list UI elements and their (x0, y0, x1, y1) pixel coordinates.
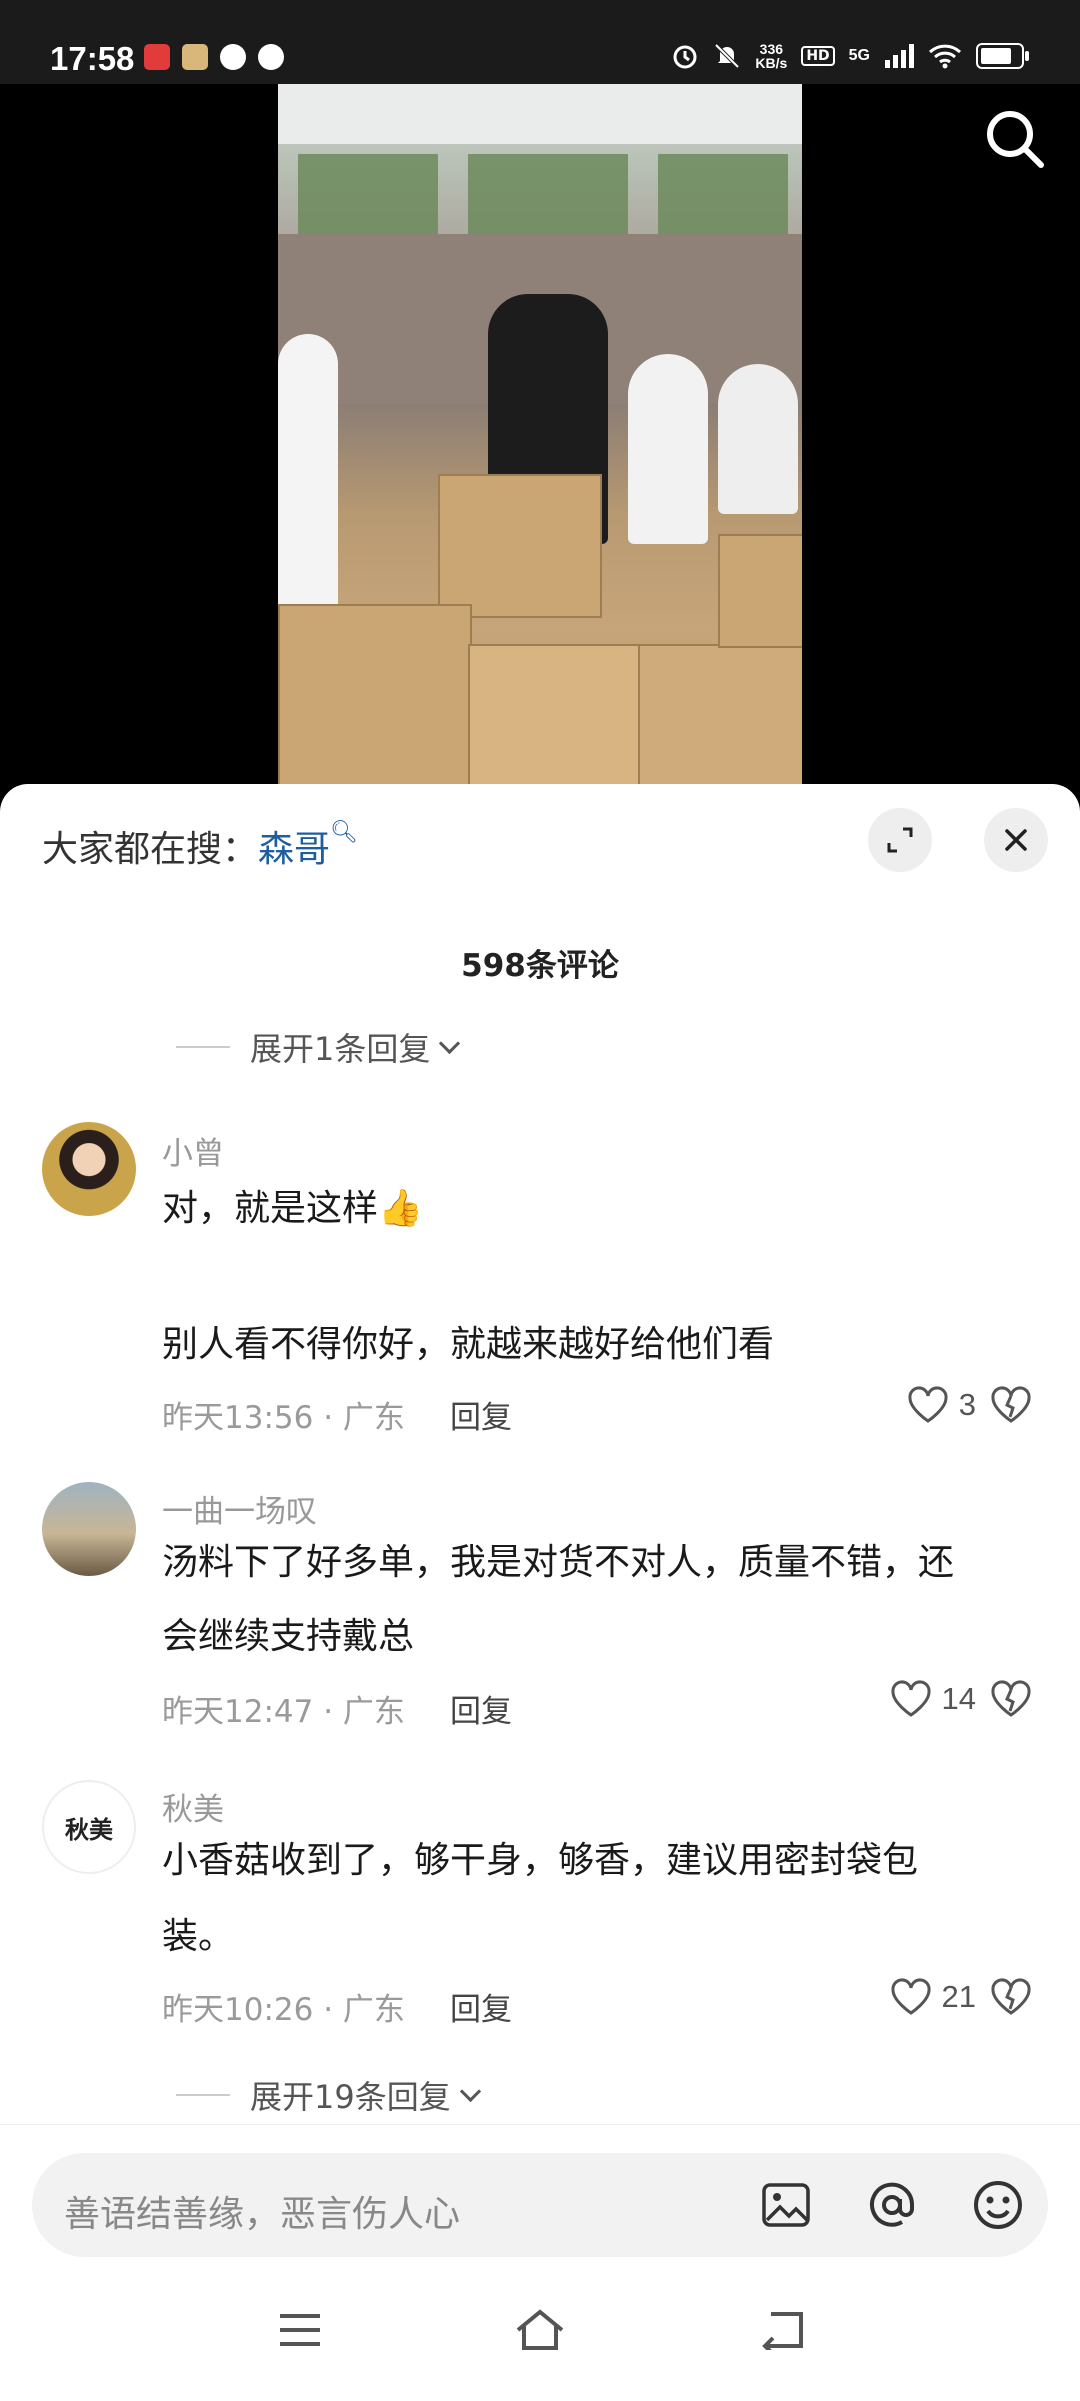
comment-time-location: 昨天13:56 · 广东 (162, 1400, 405, 1436)
reply-button[interactable]: 回复 (450, 1984, 512, 2029)
expand-replies-label: 展开1条回复 (250, 1030, 431, 1068)
video-scene-window (468, 154, 628, 234)
video-player[interactable] (0, 84, 1080, 784)
emoji-icon (974, 2181, 1022, 2229)
search-button[interactable] (980, 104, 1050, 174)
net-speed: 336 KB/s (755, 42, 787, 70)
comment-time-location: 昨天10:26 · 广东 (162, 1992, 405, 2028)
heart-icon (908, 1386, 948, 1423)
expand-replies-top[interactable]: 展开1条回复 (176, 1024, 461, 1070)
broken-heart-icon (991, 1978, 1031, 2015)
divider-line (176, 1046, 230, 1048)
broken-heart-icon (991, 1386, 1031, 1423)
video-scene-box (438, 474, 602, 618)
avatar[interactable] (42, 1482, 136, 1576)
avatar[interactable] (42, 1122, 136, 1216)
notification-app-icon (182, 44, 208, 70)
video-scene-person (278, 334, 338, 634)
message-icon (220, 44, 246, 70)
heart-icon (891, 1680, 931, 1717)
wifi-icon (928, 44, 962, 69)
video-scene-ceiling (278, 84, 802, 144)
video-scene-person (628, 354, 708, 544)
status-app-icons (144, 44, 284, 70)
comment-text: 会继续支持戴总 (162, 1616, 415, 1657)
status-bar: 17:58 336 KB/s HD 5G (0, 0, 1080, 84)
like-button[interactable]: 3 (907, 1386, 976, 1424)
expand-button[interactable] (868, 808, 932, 872)
notification-app-icon (144, 44, 170, 70)
search-suggestion-prefix: 大家都在搜： (42, 829, 259, 870)
mention-button[interactable] (864, 2177, 920, 2233)
close-button[interactable] (984, 808, 1048, 872)
like-count: 3 (958, 1387, 976, 1422)
comment-text: 别人看不得你好，就越来越好给他们看 (162, 1324, 775, 1365)
status-indicators: 336 KB/s HD 5G (671, 42, 1029, 70)
menu-icon (280, 2314, 320, 2346)
video-frame[interactable] (278, 84, 802, 784)
video-scene-box (278, 604, 472, 784)
dislike-button[interactable] (990, 1386, 1032, 1428)
hd-badge: HD (801, 46, 835, 66)
battery-icon (976, 43, 1029, 69)
comment-input[interactable]: 善语结善缘，恶言伤人心 (32, 2153, 1048, 2257)
comment-text: 汤料下了好多单，我是对货不对人，质量不错，还 (162, 1542, 955, 1583)
image-icon (762, 2183, 810, 2227)
network-type: 5G (848, 47, 870, 64)
video-scene-box (638, 644, 802, 784)
comment-author[interactable]: 小曾 (162, 1128, 224, 1173)
at-icon (870, 2182, 915, 2227)
comment-input-placeholder[interactable]: 善语结善缘，恶言伤人心 (64, 2185, 460, 2237)
home-icon (516, 2309, 564, 2350)
video-scene-window (658, 154, 788, 234)
like-count: 14 (941, 1681, 976, 1716)
mute-icon (714, 43, 740, 69)
avatar[interactable]: 秋美 (42, 1780, 136, 1874)
broken-heart-icon (991, 1680, 1031, 1717)
comment-author[interactable]: 秋美 (162, 1784, 224, 1829)
system-nav-bar (0, 2280, 1080, 2400)
menu-button[interactable] (270, 2300, 330, 2360)
expand-icon (887, 827, 913, 853)
search-suggestion[interactable]: 大家都在搜：森哥🔍︎ (42, 820, 358, 872)
alarm-icon (673, 45, 697, 69)
search-icon (987, 111, 1044, 168)
comments-count: 598条评论 (461, 948, 619, 984)
comment-text: 小香菇收到了，够干身，够香，建议用密封袋包 (162, 1840, 919, 1881)
dislike-button[interactable] (990, 1680, 1032, 1722)
expand-replies-label: 展开19条回复 (250, 2078, 451, 2116)
image-button[interactable] (758, 2177, 814, 2233)
comment-time-location: 昨天12:47 · 广东 (162, 1694, 405, 1730)
comment-text: 装。 (162, 1916, 235, 1957)
back-icon (762, 2312, 803, 2350)
dislike-button[interactable] (990, 1978, 1032, 2020)
heart-icon (891, 1978, 931, 2015)
like-button[interactable]: 14 (890, 1680, 976, 1718)
chevron-down-icon (439, 1032, 461, 1054)
status-time: 17:58 (50, 40, 135, 77)
signal-icon (885, 44, 914, 68)
net-speed-unit: KB/s (755, 55, 788, 71)
emoji-button[interactable] (970, 2177, 1026, 2233)
comment-text: 对，就是这样👍 (162, 1188, 423, 1229)
video-scene-person (718, 364, 798, 514)
reply-button[interactable]: 回复 (450, 1392, 512, 1437)
comment-author[interactable]: 一曲一场叹 (162, 1486, 317, 1531)
close-icon (1005, 829, 1027, 851)
video-scene-box (468, 644, 642, 784)
divider-line (176, 2094, 230, 2096)
video-scene-box (718, 534, 802, 648)
reply-button[interactable]: 回复 (450, 1686, 512, 1731)
back-button[interactable] (752, 2300, 812, 2360)
like-button[interactable]: 21 (890, 1978, 976, 2016)
chevron-down-icon (459, 2080, 481, 2102)
video-scene-window (298, 154, 438, 234)
search-mini-icon: 🔍︎ (330, 820, 358, 845)
search-suggestion-keyword[interactable]: 森哥 (258, 829, 330, 870)
like-count: 21 (941, 1979, 976, 2014)
home-button[interactable] (510, 2300, 570, 2360)
wechat-icon (258, 44, 284, 70)
expand-replies-bottom[interactable]: 展开19条回复 (176, 2072, 481, 2118)
net-speed-value: 336 (759, 41, 784, 57)
